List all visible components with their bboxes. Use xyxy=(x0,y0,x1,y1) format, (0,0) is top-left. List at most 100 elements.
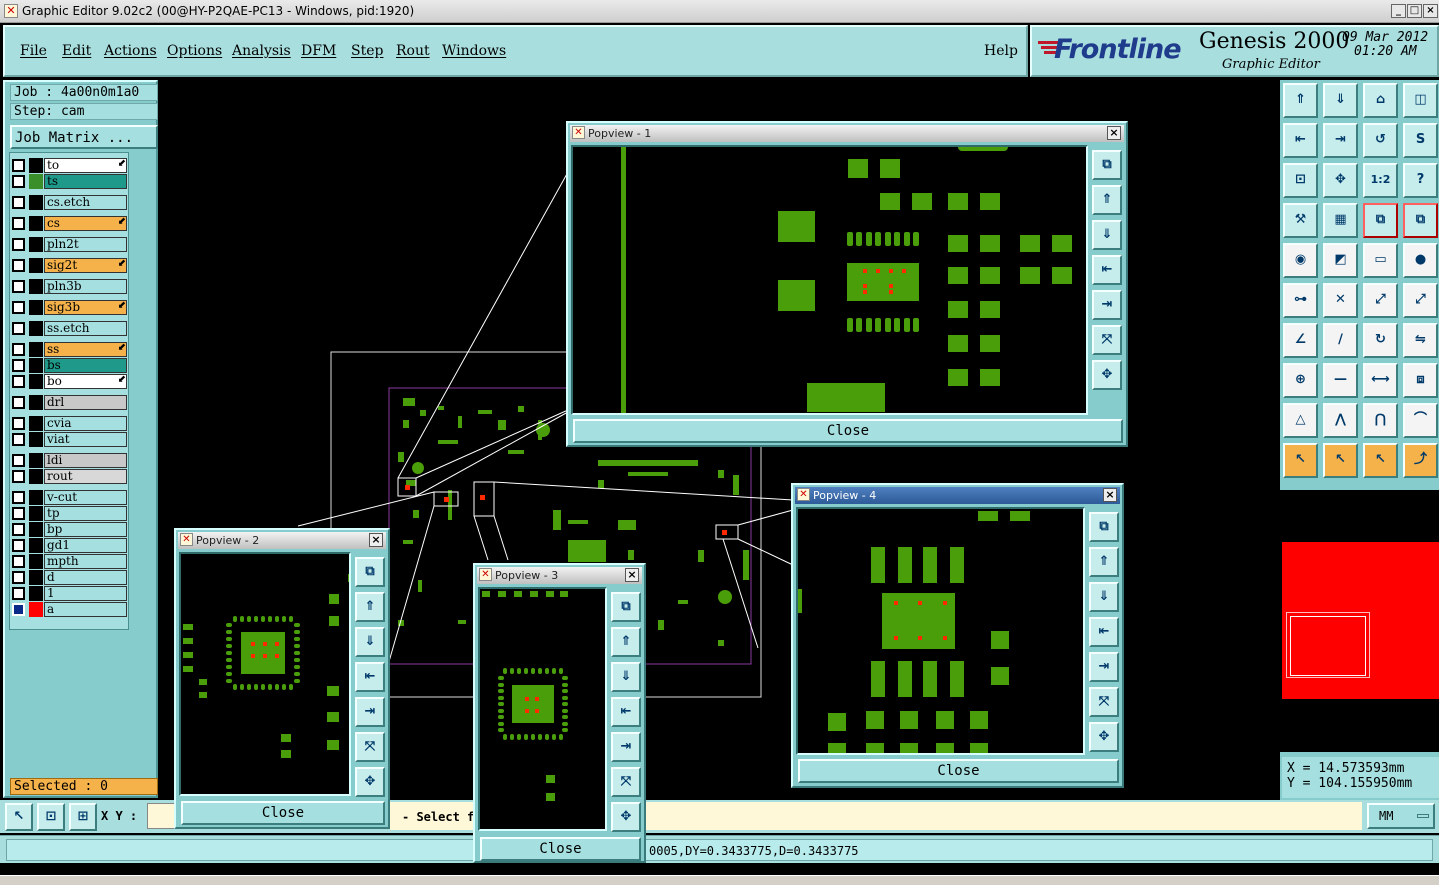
group-icon[interactable]: ⧈ xyxy=(1403,363,1438,398)
layer-checkbox[interactable] xyxy=(12,343,25,356)
layer-checkbox[interactable] xyxy=(12,375,25,388)
bridge-icon[interactable]: ⌒ xyxy=(1403,403,1438,438)
layer-color-swatch[interactable] xyxy=(29,554,43,569)
layer-row-17[interactable]: v-cut xyxy=(10,490,128,505)
angle-icon[interactable]: ∠ xyxy=(1283,323,1318,358)
snake-icon[interactable]: S xyxy=(1403,123,1438,158)
popview-2-view[interactable] xyxy=(179,552,351,796)
close-icon[interactable]: × xyxy=(1423,4,1438,18)
layer-color-swatch[interactable] xyxy=(29,453,43,468)
layer-color-swatch[interactable] xyxy=(29,416,43,431)
layer-name[interactable]: cvia xyxy=(44,416,127,431)
move-icon[interactable]: ⊕ xyxy=(1283,363,1318,398)
fit-all-icon[interactable]: ⤧ xyxy=(611,767,641,797)
layer-row-14[interactable]: viat xyxy=(10,432,128,447)
help-icon[interactable]: ? xyxy=(1403,163,1438,198)
close-icon[interactable]: × xyxy=(369,533,383,547)
layer-name[interactable]: mpth xyxy=(44,554,127,569)
layer-row-11[interactable]: bo ⬋ xyxy=(10,374,128,389)
layer-name[interactable]: a xyxy=(44,602,127,617)
center-icon[interactable]: ✥ xyxy=(1089,722,1119,752)
layer-row-7[interactable]: sig3b ⬋ xyxy=(10,300,128,315)
layer-row-6[interactable]: pln3b xyxy=(10,279,128,294)
popview-3-title[interactable]: ✕ Popview - 3 × xyxy=(477,567,642,584)
layer-name[interactable]: bo xyxy=(44,374,127,389)
layer-color-swatch[interactable] xyxy=(29,395,43,410)
layer-color-swatch[interactable] xyxy=(29,374,43,389)
center-icon[interactable]: ✥ xyxy=(355,767,385,797)
layer-color-swatch[interactable] xyxy=(29,195,43,210)
layer-checkbox[interactable] xyxy=(12,539,25,552)
layer-name[interactable]: bs xyxy=(44,358,127,373)
layer-checkbox[interactable] xyxy=(12,259,25,272)
layer-name[interactable]: ss.etch xyxy=(44,321,127,336)
layers-red-icon[interactable]: ⧉ xyxy=(1363,203,1398,238)
pan-right-icon[interactable]: ⇥ xyxy=(1089,652,1119,682)
connect2-icon[interactable]: ⤢ xyxy=(1403,283,1438,318)
connect-icon[interactable]: ⤢ xyxy=(1363,283,1398,318)
layer-row-19[interactable]: bp xyxy=(10,522,128,537)
xy-input[interactable] xyxy=(147,803,177,829)
layer-checkbox[interactable] xyxy=(12,322,25,335)
layer-name[interactable]: ts xyxy=(44,174,127,189)
menu-help[interactable]: Help xyxy=(984,43,1018,59)
menu-dfm[interactable]: DFM xyxy=(301,43,336,59)
zoom-window-icon[interactable]: ⧉ xyxy=(1092,150,1122,180)
layer-color-swatch[interactable] xyxy=(29,158,43,173)
peak-icon[interactable]: ⋀ xyxy=(1323,403,1358,438)
layer-row-10[interactable]: bs xyxy=(10,358,128,373)
zoom-right-icon[interactable]: ⇥ xyxy=(1323,123,1358,158)
grid-icon[interactable]: ▦ xyxy=(1323,203,1358,238)
pan-left-icon[interactable]: ⇤ xyxy=(1092,255,1122,285)
layer-row-13[interactable]: cvia xyxy=(10,416,128,431)
menu-options[interactable]: Options xyxy=(167,43,222,59)
units-select[interactable]: MM xyxy=(1367,803,1435,829)
layer-checkbox[interactable] xyxy=(12,571,25,584)
popview-1-view[interactable] xyxy=(571,145,1088,415)
layer-checkbox[interactable] xyxy=(12,523,25,536)
zoom-window-icon[interactable]: ⧉ xyxy=(611,592,641,622)
zoom-window-icon[interactable]: ⧉ xyxy=(1089,512,1119,542)
popview-1-close-button[interactable]: Close xyxy=(573,419,1123,443)
menu-windows[interactable]: Windows xyxy=(442,43,506,59)
popview-3-view[interactable] xyxy=(478,587,607,831)
layer-name[interactable]: 1 xyxy=(44,586,127,601)
layer-row-9[interactable]: ss ⬋ xyxy=(10,342,128,357)
fit-all-icon[interactable]: ⤧ xyxy=(1092,325,1122,355)
layer-name[interactable]: tp xyxy=(44,506,127,521)
zoom-in-icon[interactable]: ⇑ xyxy=(611,627,641,657)
layer-name[interactable]: rout xyxy=(44,469,127,484)
arch-icon[interactable]: ⋂ xyxy=(1363,403,1398,438)
net-icon[interactable]: ⊶ xyxy=(1283,283,1318,318)
layer-row-1[interactable]: ts xyxy=(10,174,128,189)
pan-left-icon[interactable]: ⇤ xyxy=(611,697,641,727)
zoom-out-icon[interactable]: ⇓ xyxy=(611,662,641,692)
zoom-in-icon[interactable]: ⇑ xyxy=(1092,185,1122,215)
layer-checkbox[interactable] xyxy=(12,470,25,483)
layer-color-swatch[interactable] xyxy=(29,237,43,252)
layer-name[interactable]: bp xyxy=(44,522,127,537)
layer-row-0[interactable]: to ⬋ xyxy=(10,158,128,173)
layer-checkbox[interactable] xyxy=(12,396,25,409)
layer-row-16[interactable]: rout xyxy=(10,469,128,484)
layer-name[interactable]: pln2t xyxy=(44,237,127,252)
layer-name[interactable]: viat xyxy=(44,432,127,447)
pan-left-icon[interactable]: ⇤ xyxy=(355,662,385,692)
layer-checkbox[interactable] xyxy=(12,175,25,188)
popview-2-title[interactable]: ✕ Popview - 2 × xyxy=(178,532,386,549)
layer-row-4[interactable]: pln2t xyxy=(10,237,128,252)
popview-4-title[interactable]: ✕ Popview - 4 × xyxy=(795,487,1120,504)
cross-icon[interactable]: ✕ xyxy=(1323,283,1358,318)
layer-name[interactable]: d xyxy=(44,570,127,585)
popview-4-close-button[interactable]: Close xyxy=(798,759,1119,783)
step-up-icon[interactable]: ⇑ xyxy=(1283,83,1318,118)
layer-checkbox[interactable] xyxy=(12,217,25,230)
close-icon[interactable]: × xyxy=(1107,126,1121,140)
triangle-icon[interactable]: △ xyxy=(1283,403,1318,438)
layer-checkbox[interactable] xyxy=(12,587,25,600)
zoom-in-icon[interactable]: ⇑ xyxy=(1089,547,1119,577)
pan-icon[interactable]: ✥ xyxy=(1323,163,1358,198)
zoom-out-icon[interactable]: ⇓ xyxy=(1089,582,1119,612)
split-view-icon[interactable]: ◫ xyxy=(1403,83,1438,118)
circle-icon[interactable]: ● xyxy=(1403,243,1438,278)
